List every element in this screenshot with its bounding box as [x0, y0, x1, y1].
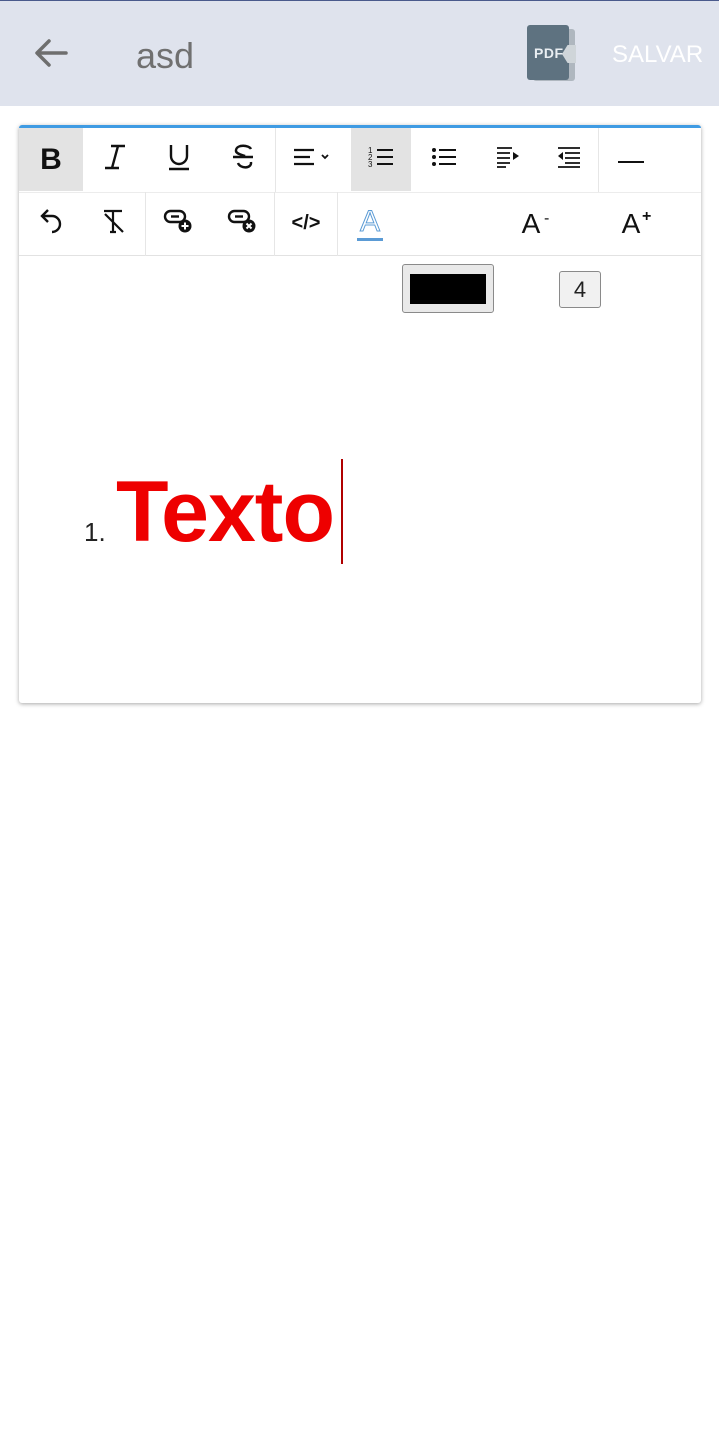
- list-item-text: Texto: [116, 464, 335, 560]
- font-size-increase-icon: A +: [621, 207, 652, 239]
- underline-button[interactable]: [147, 128, 211, 191]
- ordered-list-icon: 123: [368, 145, 394, 174]
- strikethrough-button[interactable]: [211, 128, 275, 191]
- increase-font-size-button[interactable]: A +: [609, 192, 653, 255]
- editor-toolbar: B 1 2 3 </> A A - 4 A +: [19, 128, 701, 313]
- editor-content[interactable]: 1. Texto: [19, 257, 701, 703]
- strikethrough-icon: [231, 143, 255, 176]
- text-cursor: [341, 459, 343, 564]
- insert-link-button[interactable]: [146, 192, 210, 255]
- bold-button[interactable]: B: [19, 128, 83, 191]
- rich-text-editor: B 1 2 3 </> A A - 4 A + 1. Texto: [19, 125, 701, 703]
- link-add-icon: [163, 207, 193, 240]
- clear-formatting-button[interactable]: [83, 192, 145, 255]
- decrease-font-size-button[interactable]: A-: [509, 192, 553, 255]
- pdf-icon-label: PDF: [534, 45, 564, 61]
- indent-icon: [496, 146, 520, 173]
- horizontal-rule-button[interactable]: [599, 128, 663, 191]
- link-remove-icon: [227, 207, 257, 240]
- undo-button[interactable]: [19, 192, 83, 255]
- align-dropdown-button[interactable]: [276, 128, 350, 191]
- arrow-left-icon: [35, 39, 68, 67]
- bold-icon: B: [40, 142, 62, 176]
- unordered-list-button[interactable]: [412, 128, 476, 191]
- back-button[interactable]: [30, 32, 72, 74]
- text-color-button[interactable]: A: [338, 192, 402, 255]
- italic-icon: [103, 144, 127, 175]
- list-item-number: 1.: [84, 517, 106, 547]
- align-left-icon: [292, 147, 334, 172]
- text-color-icon: A: [357, 206, 383, 241]
- toolbar-row-2: </> A A- 4 A +: [19, 192, 701, 313]
- toolbar-row-1: B 1 2 3: [19, 128, 701, 193]
- svg-text:3: 3: [368, 160, 373, 169]
- code-view-button[interactable]: </>: [275, 192, 337, 255]
- outdent-button[interactable]: [540, 128, 598, 191]
- text-color-underline: [357, 237, 383, 241]
- font-size-decrease-icon: A-: [521, 207, 550, 239]
- undo-icon: [39, 208, 63, 239]
- underline-icon: [167, 143, 191, 176]
- indent-button[interactable]: [476, 128, 540, 191]
- app-bar: asd PDF SALVAR: [0, 1, 719, 106]
- unordered-list-icon: [431, 147, 457, 172]
- horizontal-rule-icon: [617, 151, 645, 169]
- code-icon: </>: [291, 212, 321, 234]
- clear-formatting-icon: [101, 208, 127, 239]
- outdent-icon: [557, 146, 581, 173]
- export-pdf-button[interactable]: PDF: [527, 25, 577, 83]
- remove-link-button[interactable]: [210, 192, 274, 255]
- italic-button[interactable]: [83, 128, 147, 191]
- document-title: asd: [136, 35, 195, 76]
- save-button[interactable]: SALVAR: [612, 41, 703, 69]
- ordered-list-button[interactable]: 123: [351, 128, 411, 191]
